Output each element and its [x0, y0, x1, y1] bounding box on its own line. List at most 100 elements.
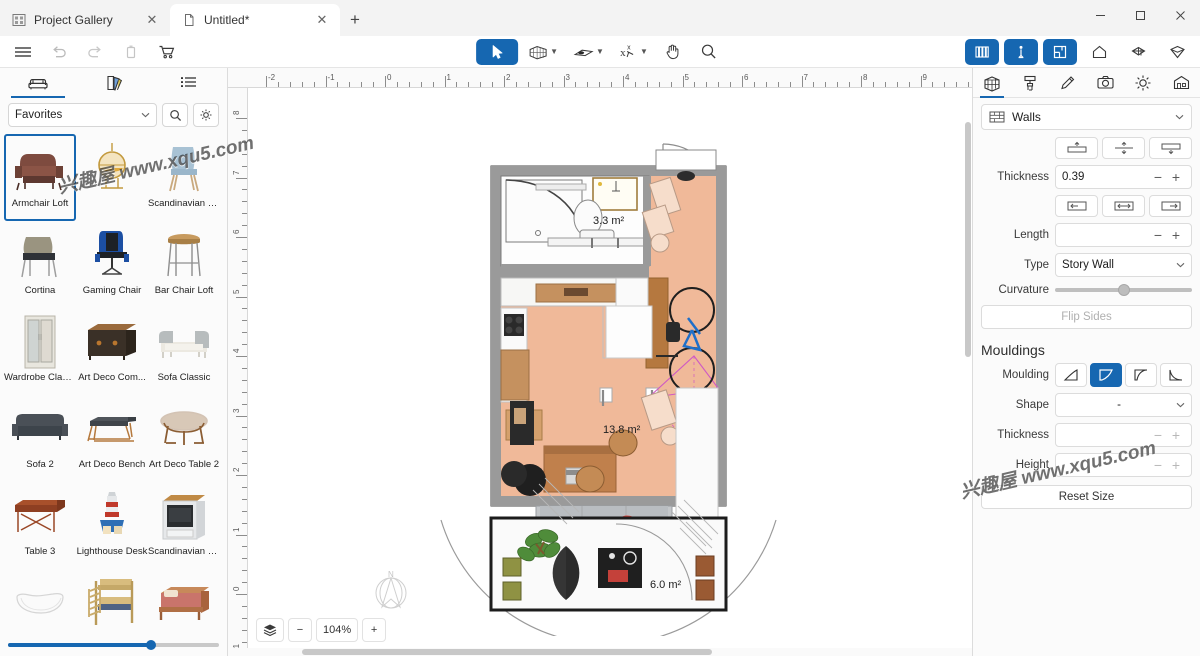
curvature-slider[interactable] [1055, 284, 1192, 296]
category-select[interactable]: Favorites [8, 103, 157, 127]
canvas-vertical-scrollbar[interactable] [964, 88, 972, 648]
moulding-height-minus-button[interactable]: − [1149, 457, 1167, 473]
settings-icon[interactable] [193, 103, 219, 127]
library-item-table-3[interactable]: Table 3 [4, 482, 76, 569]
align-middle-button[interactable] [1102, 195, 1145, 217]
moulding-height-field[interactable]: − + [1055, 453, 1192, 477]
shape-select[interactable]: - [1055, 393, 1192, 417]
scrollbar-thumb[interactable] [965, 121, 971, 357]
thickness-value[interactable]: 0.39 [1062, 171, 1149, 183]
moulding-option-step[interactable] [1125, 363, 1157, 387]
library-item-scandinavian-b[interactable]: Scandinavian B... [148, 482, 220, 569]
library-item-lighthouse-desk[interactable]: Lighthouse Desk [76, 482, 148, 569]
moulding-height-plus-button[interactable]: + [1167, 457, 1185, 473]
thickness-field[interactable]: 0.39 − + [1055, 165, 1192, 189]
camera-tab[interactable] [1086, 68, 1124, 98]
tab-project-gallery[interactable]: Project Gallery ✕ [0, 4, 170, 36]
library-item-art-deco-bench[interactable]: Art Deco Bench [76, 395, 148, 482]
library-item-sofa-2[interactable]: Sofa 2 [4, 395, 76, 482]
close-icon[interactable]: ✕ [144, 12, 160, 28]
length-minus-button[interactable]: − [1149, 227, 1167, 243]
library-item-lilia[interactable]: Lilia [4, 569, 76, 634]
thickness-minus-button[interactable]: − [1149, 169, 1167, 185]
select-tool[interactable] [476, 38, 519, 65]
moulding-option-cove[interactable] [1055, 363, 1087, 387]
person-scale-button[interactable] [1004, 38, 1038, 65]
structure-tab[interactable] [973, 68, 1011, 98]
zoom-level-label[interactable]: 104% [316, 618, 359, 642]
library-item-bar-chair-loft[interactable]: Bar Chair Loft [148, 221, 220, 308]
minimize-button[interactable] [1080, 0, 1120, 30]
slider-track[interactable] [8, 640, 219, 650]
reset-size-button[interactable]: Reset Size [981, 485, 1192, 509]
materials-tab[interactable] [76, 68, 152, 98]
paint-tab[interactable] [1011, 68, 1049, 98]
library-item-art-deco-commode[interactable]: Art Deco Com... [76, 308, 148, 395]
light-tab[interactable] [1124, 68, 1162, 98]
undo-button[interactable] [42, 39, 76, 65]
scrollbar-thumb[interactable] [302, 649, 712, 655]
horizontal-ruler[interactable]: -2-1012345678910 [228, 68, 972, 88]
redo-button[interactable] [78, 39, 112, 65]
moulding-option-chamfer[interactable] [1160, 363, 1192, 387]
library-item-kids-bed-4[interactable]: Kids Bed 4 [76, 569, 148, 634]
library-item-scandinavian-chair[interactable]: Scandinavian C... [148, 134, 220, 221]
length-plus-button[interactable]: + [1167, 227, 1185, 243]
library-item-armchair-loft[interactable]: Armchair Loft [4, 134, 76, 221]
library-item-sofa-classic[interactable]: Sofa Classic [148, 308, 220, 395]
length-field[interactable]: − + [1055, 223, 1192, 247]
threed-view-button[interactable] [1160, 39, 1194, 65]
library-item-art-deco-table-2[interactable]: Art Deco Table 2 [148, 395, 220, 482]
close-button[interactable] [1160, 0, 1200, 30]
delete-button[interactable] [114, 39, 148, 65]
align-center-button[interactable] [1102, 137, 1145, 159]
furniture-tab[interactable] [0, 68, 76, 98]
tab-untitled[interactable]: Untitled* ✕ [170, 4, 340, 36]
pan-tool[interactable] [658, 39, 688, 65]
cart-button[interactable] [150, 39, 184, 65]
align-left-button[interactable] [1055, 195, 1098, 217]
new-tab-button[interactable]: + [340, 4, 370, 36]
building-tab[interactable] [1162, 68, 1200, 98]
flip-sides-button[interactable]: Flip Sides [981, 305, 1192, 329]
elevation-view-button[interactable] [1082, 39, 1116, 65]
moulding-option-ogee[interactable] [1090, 363, 1122, 387]
thickness-plus-button[interactable]: + [1167, 169, 1185, 185]
type-select[interactable]: Story Wall [1055, 253, 1192, 277]
thumbnail-size-slider[interactable] [0, 634, 227, 656]
search-icon[interactable] [162, 103, 188, 127]
floorplan-drawing[interactable]: 3.3 m² 6.0 m² 13.8 m² N [248, 88, 972, 636]
moulding-thickness-plus-button[interactable]: + [1167, 427, 1185, 443]
menu-button[interactable] [6, 39, 40, 65]
vertical-ruler[interactable]: 8 7 6 5 4 3 2 1 0 -1 [228, 88, 248, 648]
canvas-horizontal-scrollbar[interactable] [228, 648, 972, 656]
list-tab[interactable] [151, 68, 227, 98]
zoom-tool[interactable] [694, 39, 724, 65]
zoom-in-button[interactable]: + [362, 618, 387, 642]
moulding-thickness-minus-button[interactable]: − [1149, 427, 1167, 443]
object-type-select[interactable]: Walls [981, 104, 1192, 130]
close-icon[interactable]: ✕ [314, 12, 330, 28]
maximize-button[interactable] [1120, 0, 1160, 30]
library-view-button[interactable] [965, 38, 999, 65]
curvature-knob[interactable] [1117, 284, 1130, 296]
moulding-thickness-field[interactable]: − + [1055, 423, 1192, 447]
floorplan-canvas[interactable]: 3.3 m² 6.0 m² 13.8 m² N − 104% + [248, 88, 972, 648]
library-item-gaming-chair[interactable]: Gaming Chair [76, 221, 148, 308]
align-top-button[interactable] [1055, 137, 1098, 159]
layers-icon[interactable] [256, 618, 284, 642]
library-item-cortina[interactable]: Cortina [4, 221, 76, 308]
wall-tool[interactable]: ▼ [524, 39, 562, 65]
slider-knob[interactable] [146, 640, 157, 650]
align-right-button[interactable] [1149, 195, 1192, 217]
dimension-tool[interactable]: xx ▼ [614, 39, 652, 65]
floorplan-view-button[interactable] [1043, 38, 1077, 65]
zoom-out-button[interactable]: − [288, 618, 312, 642]
align-bottom-button[interactable] [1149, 137, 1192, 159]
library-item-bed-prince[interactable]: bed prince [148, 569, 220, 634]
library-item-wardrobe-classic[interactable]: Wardrobe Class... [4, 308, 76, 395]
section-view-button[interactable] [1121, 39, 1155, 65]
roof-tool[interactable]: ▼ [568, 39, 608, 65]
library-item-hanging-chair[interactable] [76, 134, 148, 221]
edit-tab[interactable] [1049, 68, 1087, 98]
